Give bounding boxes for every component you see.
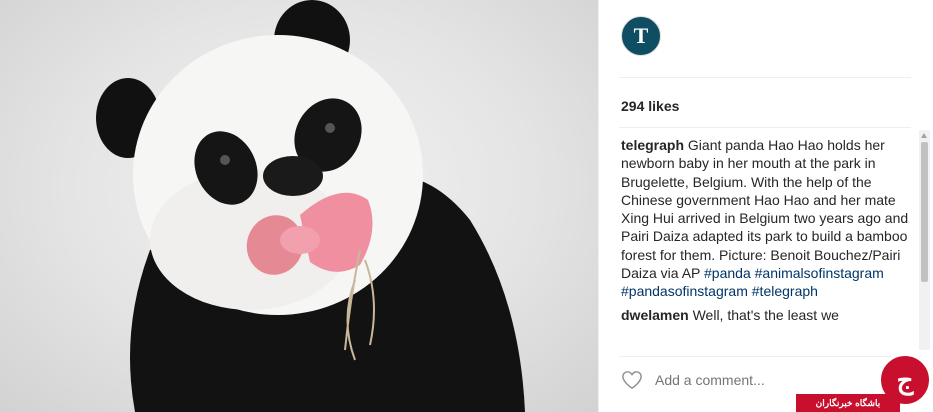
telegraph-logo-icon[interactable]: T (621, 16, 661, 56)
caption-text: Giant panda Hao Hao holds her newborn ba… (621, 137, 909, 282)
post-caption: telegraph Giant panda Hao Hao holds her … (621, 136, 909, 324)
panda-image (96, 0, 525, 412)
comment-item: dwelamen Well, that's the least we (621, 306, 909, 324)
watermark-text: باشگاه خبرنگاران (796, 394, 900, 412)
comment-text: Well, that's the least we (688, 306, 839, 323)
likes-divider (619, 127, 911, 128)
hashtag-link[interactable]: #pandasofinstagram (621, 283, 748, 299)
scroll-up-icon[interactable] (921, 133, 927, 138)
like-count[interactable]: 294 likes (621, 98, 679, 114)
hashtag-link[interactable]: #telegraph (752, 283, 818, 299)
post-photo[interactable] (0, 0, 598, 412)
hashtag-link[interactable]: #panda (704, 265, 751, 281)
comment-username[interactable]: dwelamen (621, 307, 689, 323)
watermark-logo: ج باشگاه خبرنگاران (796, 353, 933, 412)
post-side-panel: T 294 likes telegraph Giant panda Hao Ha… (598, 0, 933, 412)
comments-area[interactable]: telegraph Giant panda Hao Hao holds her … (621, 136, 909, 344)
hashtag-link[interactable]: #animalsofinstagram (755, 265, 884, 281)
heart-outline-icon[interactable] (621, 370, 643, 390)
scrollbar-thumb[interactable] (921, 142, 928, 282)
comments-scrollbar[interactable] (919, 130, 930, 350)
header-divider (619, 77, 911, 78)
caption-username[interactable]: telegraph (621, 137, 684, 153)
